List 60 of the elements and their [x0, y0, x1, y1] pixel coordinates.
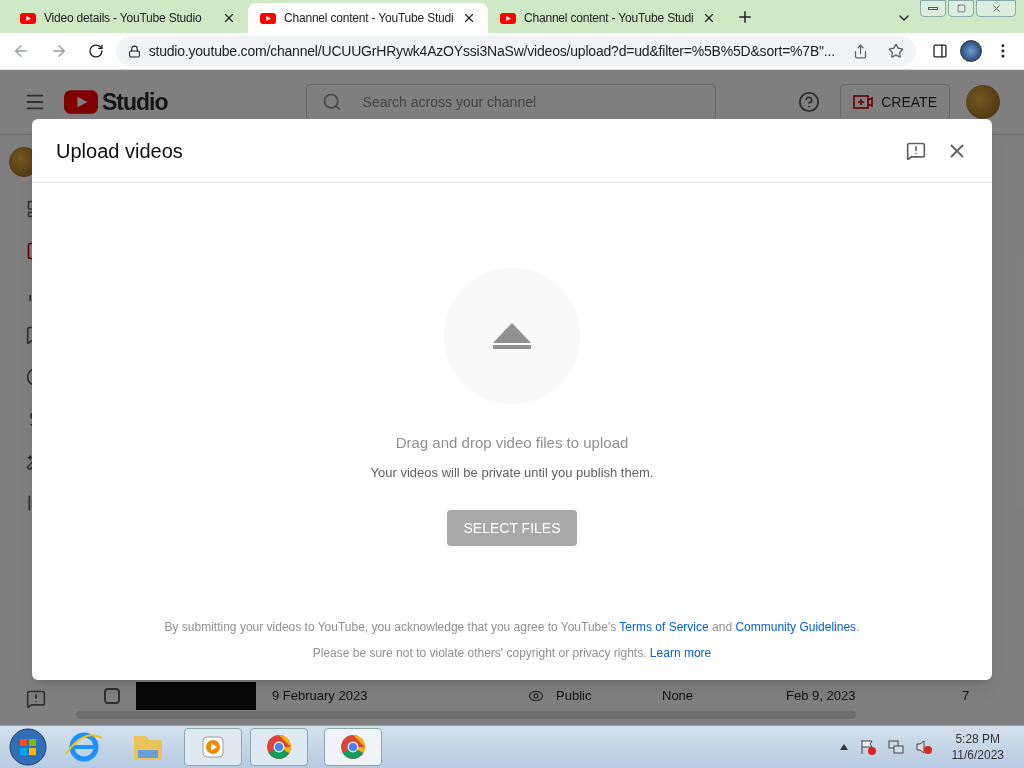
legal-link[interactable]: Terms of Service: [619, 620, 709, 634]
tab-title: Video details - YouTube Studio: [44, 10, 203, 27]
clock-time[interactable]: 5:28 PM: [955, 731, 1001, 747]
table-cell-text: 7: [962, 687, 970, 706]
checkbox[interactable]: [104, 688, 120, 704]
profile-avatar[interactable]: [960, 40, 983, 62]
back-icon[interactable]: [12, 42, 30, 60]
scrollbar[interactable]: [76, 711, 856, 719]
restrictions-text: None: [662, 687, 695, 706]
close-icon[interactable]: [222, 11, 236, 25]
help-icon[interactable]: [798, 91, 821, 113]
taskbar-app[interactable]: [324, 728, 382, 766]
search-icon: [321, 92, 342, 112]
search-field[interactable]: Search across your channel: [305, 84, 716, 120]
legal-link[interactable]: Learn more: [649, 646, 712, 660]
clock-date[interactable]: 11/6/2023: [951, 747, 1004, 763]
video-thumbnail[interactable]: [136, 682, 256, 710]
feedback-icon[interactable]: [906, 140, 926, 161]
flag-icon[interactable]: [859, 739, 876, 755]
visibility-text: Public: [556, 687, 593, 706]
start-button[interactable]: [8, 727, 48, 767]
youtube-icon: [500, 12, 516, 24]
date-text: Feb 9, 2023: [786, 687, 857, 706]
minimize-icon[interactable]: [920, 0, 946, 17]
tab-title: Channel content - YouTube Studi: [524, 10, 694, 27]
browser-tab[interactable]: Channel content - YouTube Studi: [488, 3, 728, 33]
taskbar-app[interactable]: [250, 728, 308, 766]
media-player-icon[interactable]: [184, 728, 242, 766]
legal-notice: By submitting your videos to YouTube, you acknowledge that you agree to YouTube's Terms of Service and Community Guidelines.: [164, 619, 860, 636]
address-field[interactable]: studio.youtube.com/channel/UCUUGrHRywk4AzOYssi3NaSw/videos/upload?d=ud&filter=%5B%5D&sort=%7B"...: [115, 36, 917, 66]
youtube-icon: [64, 90, 98, 114]
tab-title: Channel content - YouTube Studi: [284, 10, 454, 27]
show-hidden-icon[interactable]: [839, 744, 848, 750]
close-icon[interactable]: [702, 11, 716, 25]
video-title[interactable]: 9 February 2023: [272, 686, 528, 706]
url-text: studio.youtube.com/channel/UCUUGrHRywk4AzOYssi3NaSw/videos/upload?d=ud&filter=%5B%5D&sort=%7B"...: [148, 41, 836, 61]
drop-subtitle: Your videos will be private until you publish them.: [370, 463, 654, 482]
legal-notice: Please be sure not to violate others' copyright or privacy rights. Learn more: [312, 645, 712, 662]
share-icon[interactable]: [853, 43, 869, 59]
youtube-icon: [20, 12, 36, 24]
upload-arrow-icon: [493, 323, 531, 349]
reload-icon[interactable]: [87, 43, 104, 59]
eye-icon: [528, 688, 544, 704]
video-plus-icon: [853, 94, 874, 110]
feedback-icon[interactable]: [26, 689, 46, 709]
chrome-icon[interactable]: [340, 734, 366, 760]
studio-logo[interactable]: Studio: [64, 84, 168, 120]
new-tab-icon[interactable]: [736, 8, 754, 26]
chrome-icon[interactable]: [266, 734, 292, 760]
browser-tab[interactable]: Channel content - YouTube Studi: [248, 3, 488, 33]
close-icon[interactable]: [462, 11, 476, 25]
network-icon[interactable]: [887, 739, 904, 755]
youtube-icon: [260, 12, 276, 24]
star-icon[interactable]: [888, 43, 905, 59]
lock-icon: [127, 44, 141, 58]
side-panel-icon[interactable]: [932, 43, 949, 59]
browser-tab[interactable]: Video details - YouTube Studio: [8, 3, 248, 33]
muted-speaker-icon[interactable]: [915, 739, 932, 755]
drop-title: Drag and drop video files to upload: [395, 433, 629, 453]
dialog-title: Upload videos: [56, 138, 183, 164]
